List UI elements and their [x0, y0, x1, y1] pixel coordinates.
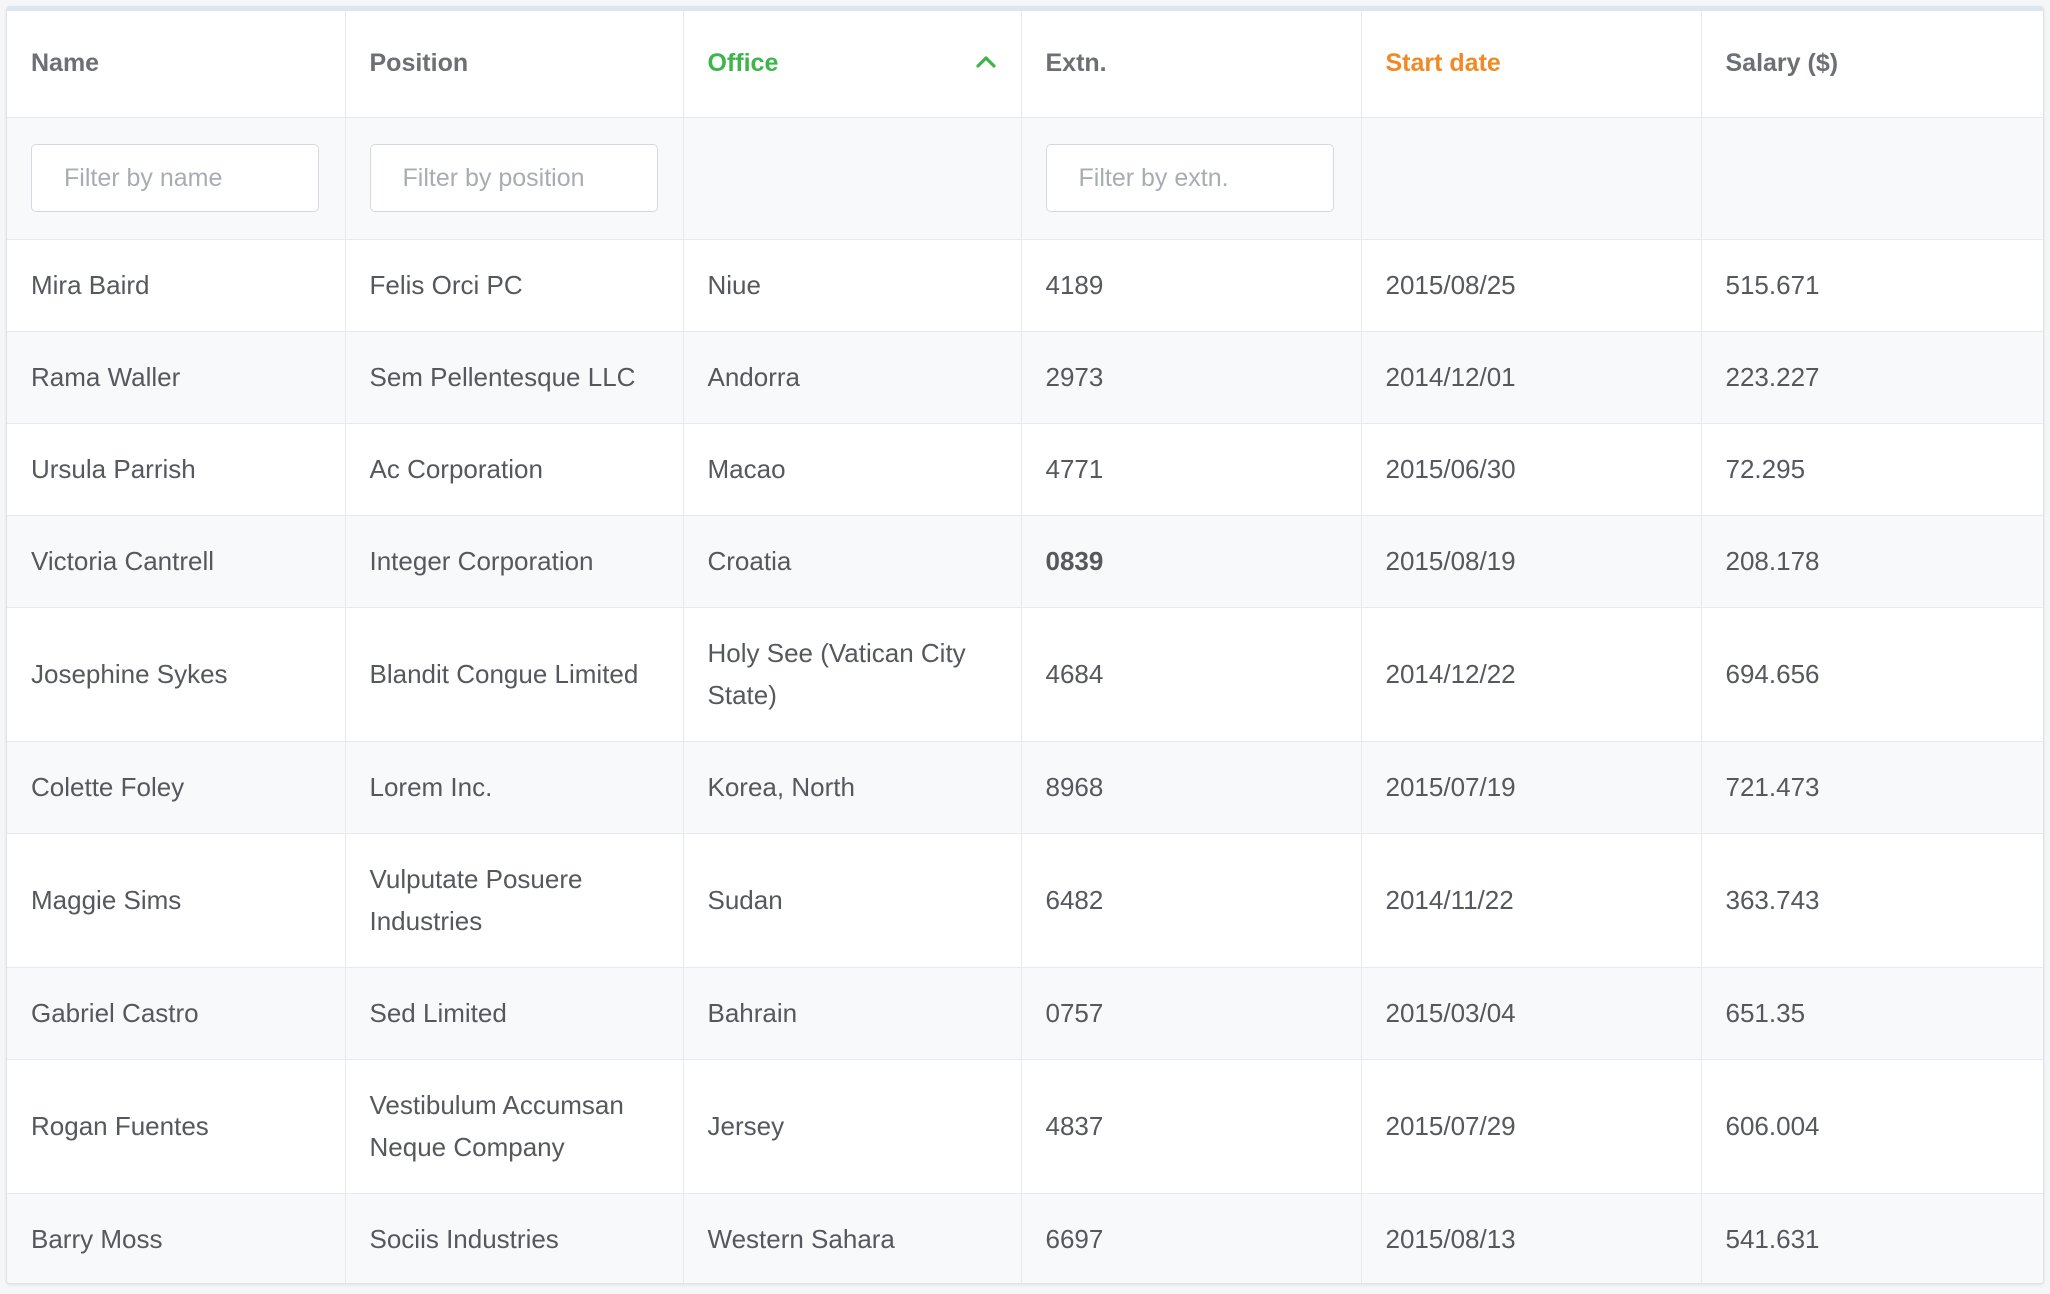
cell-office: Andorra: [683, 331, 1022, 424]
cell-salary: 208.178: [1701, 515, 2043, 608]
cell-office: Niue: [683, 239, 1022, 332]
cell-salary: 72.295: [1701, 423, 2043, 516]
data-table-card: Name Position Office Extn. Start date Sa…: [6, 6, 2044, 1284]
cell-position: Sed Limited: [345, 967, 684, 1060]
cell-position: Integer Corporation: [345, 515, 684, 608]
column-header-office[interactable]: Office: [683, 11, 1022, 118]
cell-start-date: 2015/06/30: [1361, 423, 1702, 516]
cell-salary: 694.656: [1701, 607, 2043, 742]
cell-salary: 515.671: [1701, 239, 2043, 332]
cell-name: Rogan Fuentes: [7, 1059, 346, 1194]
cell-extn: 4837: [1021, 1059, 1362, 1194]
cell-position: Vestibulum Accumsan Neque Company: [345, 1059, 684, 1194]
cell-name: Barry Moss: [7, 1193, 346, 1283]
column-header-office-label: Office: [707, 49, 779, 78]
cell-start-date: 2015/08/19: [1361, 515, 1702, 608]
cell-office: Macao: [683, 423, 1022, 516]
filter-row: [7, 117, 2043, 240]
cell-extn: 8968: [1021, 741, 1362, 834]
filter-cell-office: [683, 117, 1022, 240]
cell-extn: 4684: [1021, 607, 1362, 742]
column-header-position[interactable]: Position: [345, 11, 684, 118]
table-row[interactable]: Barry Moss Sociis Industries Western Sah…: [7, 1193, 2043, 1283]
header-row: Name Position Office Extn. Start date Sa…: [7, 11, 2043, 118]
table-row[interactable]: Josephine Sykes Blandit Congue Limited H…: [7, 607, 2043, 742]
table-row[interactable]: Rama Waller Sem Pellentesque LLC Andorra…: [7, 331, 2043, 424]
cell-start-date: 2015/07/19: [1361, 741, 1702, 834]
cell-position: Sociis Industries: [345, 1193, 684, 1283]
column-header-salary[interactable]: Salary ($): [1701, 11, 2043, 118]
cell-extn: 4189: [1021, 239, 1362, 332]
cell-name: Ursula Parrish: [7, 423, 346, 516]
cell-name: Gabriel Castro: [7, 967, 346, 1060]
table-row[interactable]: Victoria Cantrell Integer Corporation Cr…: [7, 515, 2043, 608]
table-row[interactable]: Ursula Parrish Ac Corporation Macao 4771…: [7, 423, 2043, 516]
cell-extn: 4771: [1021, 423, 1362, 516]
cell-start-date: 2014/11/22: [1361, 833, 1702, 968]
cell-office: Korea, North: [683, 741, 1022, 834]
cell-salary: 541.631: [1701, 1193, 2043, 1283]
cell-extn: 6697: [1021, 1193, 1362, 1283]
cell-salary: 363.743: [1701, 833, 2043, 968]
column-header-extn[interactable]: Extn.: [1021, 11, 1362, 118]
filter-extn-input[interactable]: [1045, 144, 1334, 212]
cell-position: Ac Corporation: [345, 423, 684, 516]
chevron-up-icon: [975, 56, 996, 68]
cell-start-date: 2015/08/13: [1361, 1193, 1702, 1283]
cell-name: Josephine Sykes: [7, 607, 346, 742]
cell-office: Bahrain: [683, 967, 1022, 1060]
table-row[interactable]: Mira Baird Felis Orci PC Niue 4189 2015/…: [7, 239, 2043, 332]
table-row[interactable]: Gabriel Castro Sed Limited Bahrain 0757 …: [7, 967, 2043, 1060]
column-header-start-date[interactable]: Start date: [1361, 11, 1702, 118]
filter-cell-extn: [1021, 117, 1362, 240]
cell-salary: 223.227: [1701, 331, 2043, 424]
cell-position: Sem Pellentesque LLC: [345, 331, 684, 424]
cell-start-date: 2015/03/04: [1361, 967, 1702, 1060]
filter-name-input[interactable]: [31, 144, 319, 212]
cell-salary: 721.473: [1701, 741, 2043, 834]
cell-name: Colette Foley: [7, 741, 346, 834]
cell-position: Blandit Congue Limited: [345, 607, 684, 742]
cell-office: Holy See (Vatican City State): [683, 607, 1022, 742]
cell-office: Western Sahara: [683, 1193, 1022, 1283]
table-row[interactable]: Maggie Sims Vulputate Posuere Industries…: [7, 833, 2043, 968]
cell-start-date: 2014/12/01: [1361, 331, 1702, 424]
cell-position: Lorem Inc.: [345, 741, 684, 834]
cell-position: Felis Orci PC: [345, 239, 684, 332]
cell-salary: 606.004: [1701, 1059, 2043, 1194]
cell-office: Jersey: [683, 1059, 1022, 1194]
cell-name: Mira Baird: [7, 239, 346, 332]
filter-cell-name: [7, 117, 346, 240]
data-table: Name Position Office Extn. Start date Sa…: [7, 11, 2043, 1283]
filter-position-input[interactable]: [369, 144, 658, 212]
cell-position: Vulputate Posuere Industries: [345, 833, 684, 968]
cell-name: Victoria Cantrell: [7, 515, 346, 608]
table-row[interactable]: Rogan Fuentes Vestibulum Accumsan Neque …: [7, 1059, 2043, 1194]
cell-start-date: 2015/08/25: [1361, 239, 1702, 332]
cell-extn: 0757: [1021, 967, 1362, 1060]
cell-extn: 6482: [1021, 833, 1362, 968]
filter-cell-position: [345, 117, 684, 240]
cell-name: Rama Waller: [7, 331, 346, 424]
cell-salary: 651.35: [1701, 967, 2043, 1060]
cell-start-date: 2014/12/22: [1361, 607, 1702, 742]
cell-extn: 0839: [1021, 515, 1362, 608]
cell-start-date: 2015/07/29: [1361, 1059, 1702, 1194]
cell-name: Maggie Sims: [7, 833, 346, 968]
cell-extn: 2973: [1021, 331, 1362, 424]
cell-office: Sudan: [683, 833, 1022, 968]
filter-cell-start-date: [1361, 117, 1702, 240]
column-header-name[interactable]: Name: [7, 11, 346, 118]
table-row[interactable]: Colette Foley Lorem Inc. Korea, North 89…: [7, 741, 2043, 834]
cell-office: Croatia: [683, 515, 1022, 608]
filter-cell-salary: [1701, 117, 2043, 240]
